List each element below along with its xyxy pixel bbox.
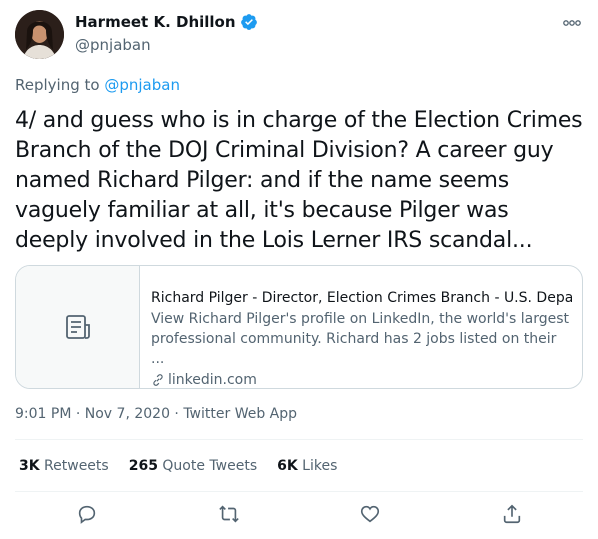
card-body: Richard Pilger - Director, Election Crim… <box>140 266 582 388</box>
quotes-count: 265 <box>128 458 158 474</box>
likes-stat[interactable]: 6K Likes <box>277 458 337 474</box>
link-card[interactable]: Richard Pilger - Director, Election Crim… <box>15 265 583 389</box>
display-name[interactable]: Harmeet K. Dhillon <box>75 13 236 31</box>
card-thumbnail <box>16 266 140 388</box>
replying-to-handle[interactable]: @pnjaban <box>104 76 180 94</box>
document-icon <box>65 315 90 339</box>
likes-label: Likes <box>302 458 338 474</box>
likes-count: 6K <box>277 458 298 474</box>
avatar[interactable] <box>15 10 64 59</box>
card-domain-row: linkedin.com <box>151 370 572 388</box>
verified-badge-icon <box>240 14 257 30</box>
quotes-stat[interactable]: 265 Quote Tweets <box>129 458 257 474</box>
user-handle[interactable]: @pnjaban <box>75 36 151 54</box>
tweet-timestamp[interactable]: 9:01 PM · Nov 7, 2020 · Twitter Web App <box>15 406 297 422</box>
replying-to: Replying to @pnjaban <box>15 76 180 94</box>
link-icon <box>153 374 163 386</box>
divider <box>15 439 583 440</box>
stats-row: 3K Retweets 265 Quote Tweets 6K Likes <box>19 458 337 474</box>
retweets-label: Retweets <box>44 458 109 474</box>
retweet-icon[interactable] <box>218 503 240 525</box>
retweets-count: 3K <box>19 458 40 474</box>
divider <box>15 491 583 492</box>
action-bar <box>0 503 598 529</box>
tweet-text: 4/ and guess who is in charge of the Ele… <box>15 108 583 253</box>
name-row: Harmeet K. Dhillon <box>75 13 258 31</box>
card-title: Richard Pilger - Director, Election Crim… <box>151 290 572 306</box>
card-domain: linkedin.com <box>168 372 257 388</box>
retweets-stat[interactable]: 3K Retweets <box>19 458 109 474</box>
card-description: View Richard Pilger's profile on LinkedI… <box>151 311 570 367</box>
replying-to-label: Replying to <box>15 76 100 94</box>
quotes-label: Quote Tweets <box>162 458 258 474</box>
reply-icon[interactable] <box>76 503 98 525</box>
more-options-icon[interactable] <box>563 17 581 29</box>
share-icon[interactable] <box>501 503 523 525</box>
like-icon[interactable] <box>359 503 381 525</box>
